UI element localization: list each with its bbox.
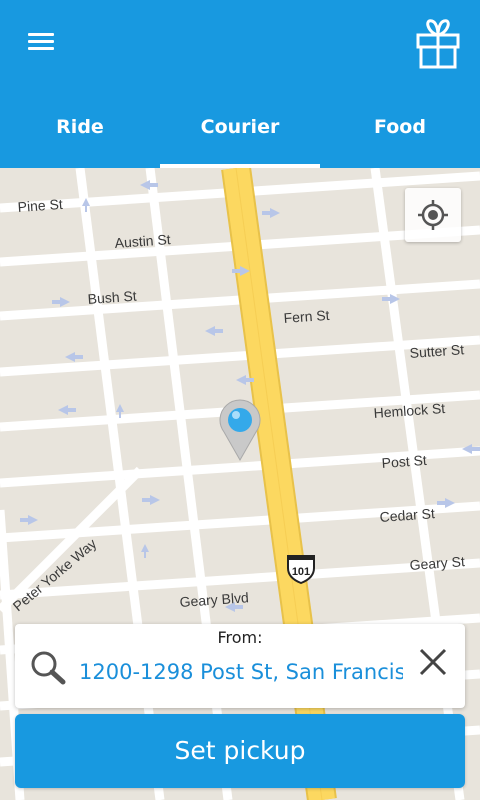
pickup-address-input[interactable]: 1200-1298 Post St, San Francisco	[79, 657, 403, 687]
street-label-fern: Fern St	[283, 307, 330, 326]
tab-courier[interactable]: Courier	[160, 96, 320, 168]
pickup-address-card: From: 1200-1298 Post St, San Francisco	[15, 624, 465, 708]
my-location-icon	[418, 200, 448, 230]
tab-ride[interactable]: Ride	[0, 96, 160, 168]
from-label: From:	[217, 628, 263, 647]
set-pickup-button[interactable]: Set pickup	[15, 714, 465, 788]
close-icon[interactable]	[413, 642, 453, 682]
hamburger-menu-icon[interactable]	[24, 28, 58, 56]
tab-selected-indicator	[160, 164, 320, 168]
street-label-pine: Pine St	[17, 196, 63, 215]
street-label-bush: Bush St	[87, 288, 137, 307]
search-icon[interactable]	[29, 648, 69, 688]
service-tabs: Ride Courier Food	[0, 96, 480, 168]
gift-icon[interactable]	[412, 15, 464, 69]
street-label-post: Post St	[381, 452, 427, 471]
my-location-button[interactable]	[405, 188, 461, 242]
tab-food[interactable]: Food	[320, 96, 480, 168]
app-bar: Ride Courier Food	[0, 0, 480, 168]
svg-text:101: 101	[292, 566, 310, 578]
